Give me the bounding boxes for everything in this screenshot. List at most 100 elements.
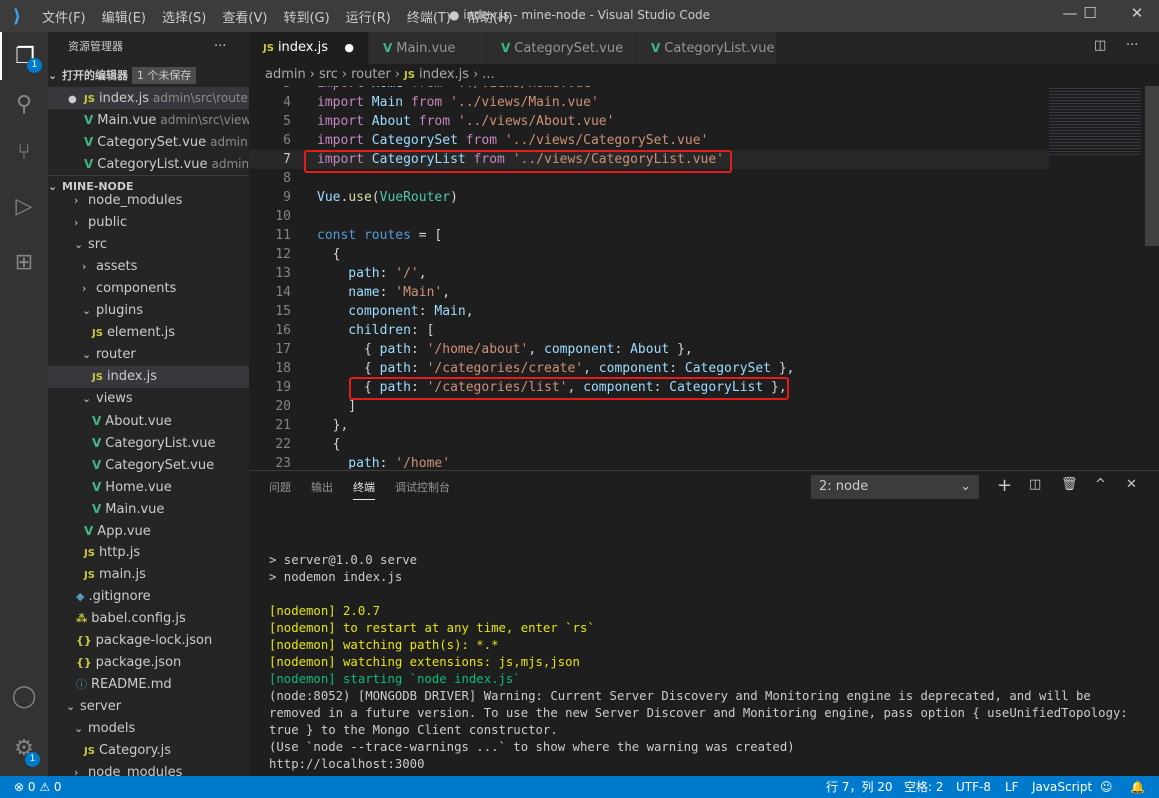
source-control-icon[interactable]: ⑂	[0, 128, 48, 176]
notifications-icon[interactable]: 🔔	[1130, 776, 1145, 798]
tree-item[interactable]: {} package-lock.json	[48, 630, 249, 652]
terminal-select[interactable]: 2: node ⌄	[811, 475, 979, 499]
breadcrumb-item[interactable]: index.js	[419, 67, 469, 82]
open-editor-item[interactable]: VCategoryList.vueadmin...	[48, 153, 249, 175]
tree-item[interactable]: JS main.js	[48, 564, 249, 586]
split-terminal-icon[interactable]: ◫	[1029, 477, 1041, 492]
code-line[interactable]: 23 path: '/home'	[249, 454, 1049, 469]
tab-index-js[interactable]: JS index.js ●	[249, 32, 369, 64]
feedback-icon[interactable]: ☺	[1100, 776, 1113, 798]
tree-item[interactable]: ⌄ models	[48, 718, 249, 740]
cursor-position[interactable]: 行 7，列 20	[826, 776, 893, 798]
search-icon[interactable]: ⚲	[0, 80, 48, 128]
tree-item[interactable]: ⌄ plugins	[48, 300, 249, 322]
code-line[interactable]: 16 children: [	[249, 321, 1049, 340]
panel-tab[interactable]: 调试控制台	[395, 479, 450, 495]
panel-tab[interactable]: 终端	[353, 479, 375, 500]
tree-item[interactable]: ⌄ router	[48, 344, 249, 366]
code-line[interactable]: 3 import Home from '../views/Home.vue'	[249, 86, 1049, 93]
tree-item[interactable]: › public	[48, 212, 249, 234]
tree-item[interactable]: V CategorySet.vue	[48, 454, 249, 476]
tree-item[interactable]: › node_modules	[48, 762, 249, 776]
tree-item[interactable]: ⌄ src	[48, 234, 249, 256]
menu-item[interactable]: 文件(F)	[34, 7, 94, 26]
tree-item[interactable]: › assets	[48, 256, 249, 278]
breadcrumb-item[interactable]: router	[351, 67, 391, 82]
open-editor-item[interactable]: VCategorySet.vueadmin...	[48, 131, 249, 153]
menu-item[interactable]: 终端(T)	[399, 7, 459, 26]
tree-item[interactable]: ◆ .gitignore	[48, 586, 249, 608]
tree-item[interactable]: V About.vue	[48, 410, 249, 432]
breadcrumb-item[interactable]: src	[319, 67, 338, 82]
tab-categoryset-vue[interactable]: V CategorySet.vue	[487, 32, 637, 64]
tree-item[interactable]: V CategoryList.vue	[48, 432, 249, 454]
tree-item[interactable]: ⌄ server	[48, 696, 249, 718]
tree-item[interactable]: › components	[48, 278, 249, 300]
explorer-icon[interactable]: ❐ 1	[0, 32, 48, 80]
tree-item[interactable]: › node_modules	[48, 190, 249, 212]
code-line[interactable]: 18 { path: '/categories/create', compone…	[249, 359, 1049, 378]
code-line[interactable]: 12 {	[249, 245, 1049, 264]
breadcrumb-item[interactable]: admin	[265, 67, 306, 82]
breadcrumb-item[interactable]: ...	[482, 67, 494, 82]
indentation[interactable]: 空格: 2	[904, 776, 944, 798]
code-line[interactable]: 4 import Main from '../views/Main.vue'	[249, 93, 1049, 112]
code-line[interactable]: 17 { path: '/home/about', component: Abo…	[249, 340, 1049, 359]
tree-item[interactable]: V App.vue	[48, 520, 249, 542]
problems-status[interactable]: ⊗ 0 ⚠ 0	[14, 776, 62, 798]
code-line[interactable]: 22 {	[249, 435, 1049, 454]
code-line[interactable]: 14 name: 'Main',	[249, 283, 1049, 302]
open-editor-item[interactable]: ● JS index.js admin\src\router	[48, 87, 249, 109]
settings-gear-icon[interactable]: ⚙ 1	[0, 724, 48, 772]
code-editor[interactable]: 23 path: '/home' 22 {21 }, 20 ] 19 { path: …	[249, 86, 1159, 469]
maximize-panel-icon[interactable]: ^	[1095, 477, 1106, 492]
new-terminal-icon[interactable]: +	[997, 475, 1012, 496]
maximize-button[interactable]: ☐	[1070, 4, 1110, 22]
menu-item[interactable]: 编辑(E)	[94, 7, 154, 26]
more-actions-icon[interactable]: ···	[214, 36, 226, 58]
tree-item[interactable]: {} package.json	[48, 652, 249, 674]
code-line[interactable]: 6 import CategorySet from '../views/Categ…	[249, 131, 1049, 150]
run-debug-icon[interactable]: ▷	[0, 182, 48, 230]
kill-terminal-icon[interactable]: 🗑	[1061, 477, 1078, 492]
editor-scrollbar[interactable]	[1145, 86, 1159, 246]
menu-item[interactable]: 选择(S)	[154, 7, 214, 26]
encoding[interactable]: UTF-8	[956, 776, 991, 798]
tree-item[interactable]: JS index.js	[48, 366, 249, 388]
language-mode[interactable]: JavaScript	[1032, 776, 1092, 798]
extensions-icon[interactable]: ⊞	[0, 238, 48, 286]
tree-item[interactable]: V Home.vue	[48, 476, 249, 498]
menu-item[interactable]: 运行(R)	[338, 7, 399, 26]
split-editor-icon[interactable]: ◫	[1094, 38, 1106, 53]
code-line[interactable]: 11 const routes = [	[249, 226, 1049, 245]
panel-tab[interactable]: 输出	[311, 479, 333, 495]
open-editor-item[interactable]: V Main.vue admin\src\views	[48, 109, 249, 131]
code-line[interactable]: 15 component: Main,	[249, 302, 1049, 321]
unsaved-dot-icon[interactable]: ●	[344, 32, 354, 64]
more-actions-icon[interactable]: ···	[1126, 38, 1138, 53]
menu-item[interactable]: 帮助(H)	[459, 7, 521, 26]
tree-item[interactable]: ⓘ README.md	[48, 674, 249, 696]
tree-item[interactable]: JS element.js	[48, 322, 249, 344]
tree-item[interactable]: V Main.vue	[48, 498, 249, 520]
menu-item[interactable]: 转到(G)	[275, 7, 337, 26]
code-line[interactable]: 13 path: '/',	[249, 264, 1049, 283]
tree-item[interactable]: ⁂ babel.config.js	[48, 608, 249, 630]
code-line[interactable]: 21 },	[249, 416, 1049, 435]
tree-item[interactable]: JS http.js	[48, 542, 249, 564]
code-line[interactable]: 10	[249, 207, 1049, 226]
tree-item[interactable]: ⌄ views	[48, 388, 249, 410]
tab-categorylist-vue[interactable]: V CategoryList.vue	[637, 32, 777, 64]
tab-main-vue[interactable]: V Main.vue	[369, 32, 487, 64]
tree-item[interactable]: JS Category.js	[48, 740, 249, 762]
end-of-line[interactable]: LF	[1005, 776, 1019, 798]
open-editors-header[interactable]: ⌄ 打开的编辑器 1 个未保存	[48, 65, 249, 87]
menu-item[interactable]: 查看(V)	[214, 7, 275, 26]
panel-tab[interactable]: 问题	[269, 479, 291, 495]
account-icon[interactable]: ◯	[0, 672, 48, 720]
code-line[interactable]: 9 Vue.use(VueRouter)	[249, 188, 1049, 207]
minimap[interactable]	[1049, 86, 1141, 156]
terminal-output[interactable]: > server@1.0.0 serve > nodemon index.js […	[269, 535, 1149, 790]
close-panel-icon[interactable]: ✕	[1126, 477, 1137, 492]
code-line[interactable]: 5 import About from '../views/About.vue'	[249, 112, 1049, 131]
